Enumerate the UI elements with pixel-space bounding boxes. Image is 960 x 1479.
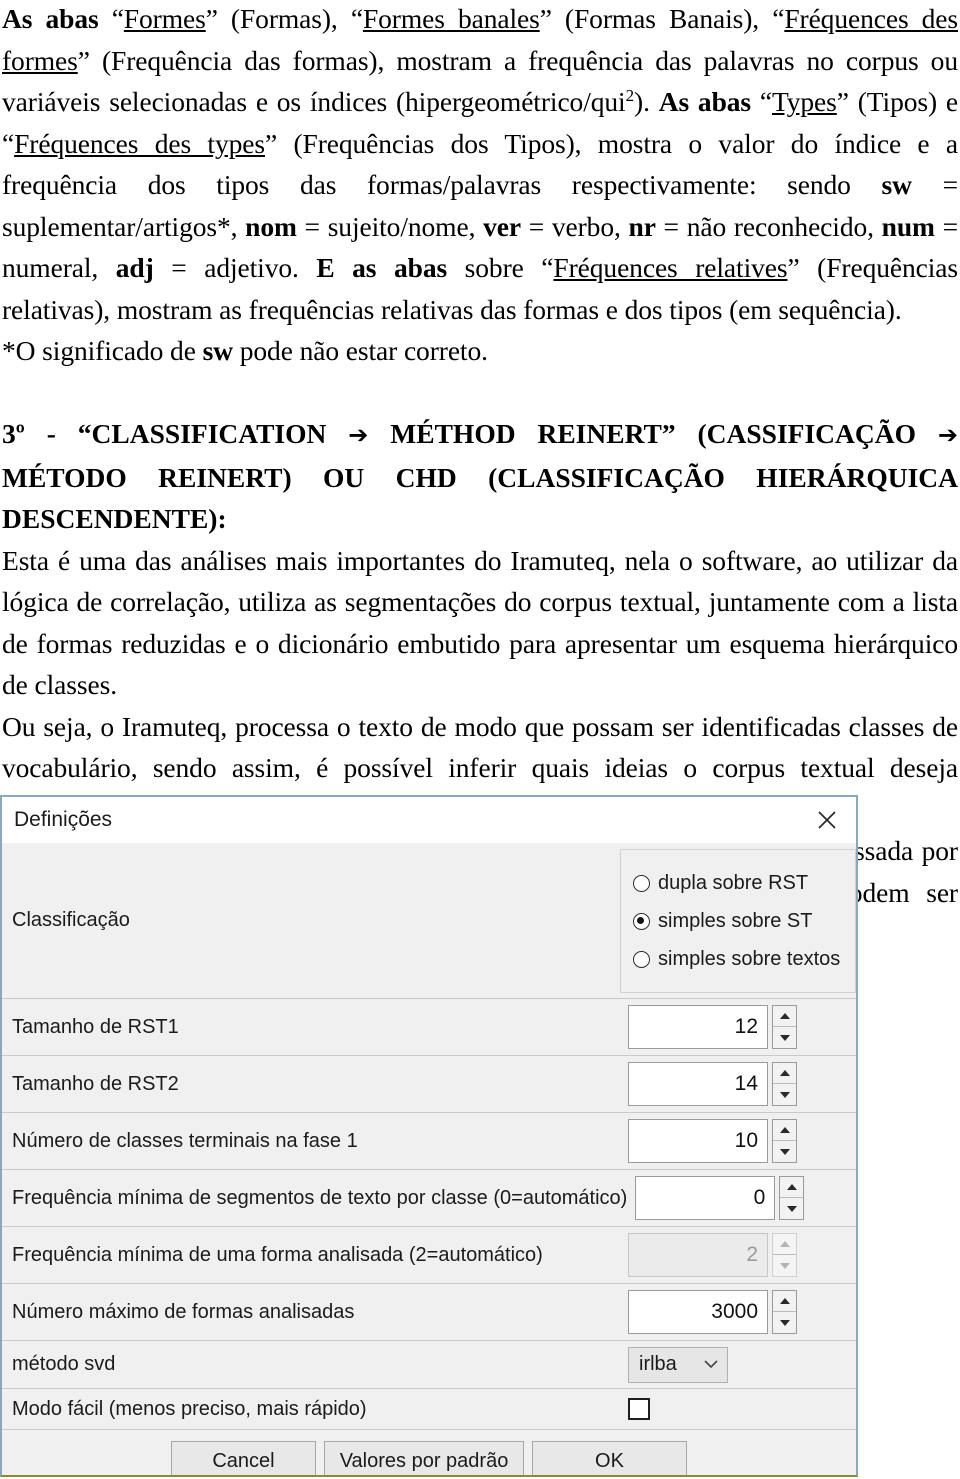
spinner-up-icon xyxy=(773,1234,796,1255)
spinner-down-icon[interactable] xyxy=(773,1141,796,1162)
tamanho-rst2-control: 14 xyxy=(620,1056,856,1112)
radio-simples-sobre-textos[interactable]: simples sobre textos xyxy=(633,940,855,978)
defaults-button[interactable]: Valores por padrão xyxy=(324,1441,524,1475)
spinner-up-icon[interactable] xyxy=(773,1291,796,1312)
row-numero-maximo-formas: Número máximo de formas analisadas 3000 xyxy=(2,1284,856,1341)
row-tamanho-rst2: Tamanho de RST2 14 xyxy=(2,1056,856,1113)
frequencia-minima-segmentos-stepper[interactable]: 0 xyxy=(635,1176,805,1220)
numero-maximo-formas-spin-buttons[interactable] xyxy=(772,1290,797,1334)
frequencia-minima-forma-input: 2 xyxy=(628,1233,768,1277)
tamanho-rst2-input[interactable]: 14 xyxy=(628,1062,768,1106)
tamanho-rst1-input[interactable]: 12 xyxy=(628,1005,768,1049)
numero-classes-terminais-stepper[interactable]: 10 xyxy=(628,1119,797,1163)
spinner-up-icon[interactable] xyxy=(780,1177,804,1198)
tamanho-rst1-spin-buttons[interactable] xyxy=(772,1005,797,1049)
tamanho-rst1-stepper[interactable]: 12 xyxy=(628,1005,797,1049)
frequencia-minima-forma-label: Frequência mínima de uma forma analisada… xyxy=(12,1243,543,1266)
numero-maximo-formas-label: Número máximo de formas analisadas xyxy=(12,1300,355,1323)
frequencia-minima-forma-stepper: 2 xyxy=(628,1233,797,1277)
modo-facil-label: Modo fácil (menos preciso, mais rápido) xyxy=(12,1397,367,1420)
classification-control: dupla sobre RST simples sobre ST simples… xyxy=(620,843,856,998)
radio-label: simples sobre textos xyxy=(658,947,841,970)
numero-classes-terminais-control: 10 xyxy=(620,1113,856,1169)
radio-icon xyxy=(633,874,650,892)
paragraph-2: *O significado de sw pode não estar corr… xyxy=(2,335,488,366)
numero-classes-terminais-spin-buttons[interactable] xyxy=(772,1119,797,1163)
frequencia-minima-forma-spin-buttons xyxy=(772,1233,797,1277)
row-modo-facil: Modo fácil (menos preciso, mais rápido) xyxy=(2,1389,856,1430)
row-numero-classes-terminais: Número de classes terminais na fase 1 10 xyxy=(2,1113,856,1170)
metodo-svd-label: método svd xyxy=(12,1353,116,1375)
metodo-svd-control: irlba xyxy=(620,1341,856,1388)
row-classification: Classificação dupla sobre RST simples so… xyxy=(2,843,856,999)
frequencia-minima-forma-control: 2 xyxy=(620,1227,856,1283)
row-metodo-svd: método svd irlba xyxy=(2,1341,856,1389)
spinner-up-icon[interactable] xyxy=(773,1006,796,1027)
metodo-svd-value: irlba xyxy=(639,1353,677,1375)
paragraph-4: Esta é uma das análises mais importantes… xyxy=(2,544,958,701)
classification-label: Classificação xyxy=(12,909,130,931)
spinner-down-icon[interactable] xyxy=(773,1084,796,1105)
metodo-svd-select[interactable]: irlba xyxy=(628,1346,728,1383)
dialog-titlebar: Definições xyxy=(2,797,856,843)
radio-icon-selected xyxy=(633,912,650,930)
numero-classes-terminais-label: Número de classes terminais na fase 1 xyxy=(12,1129,358,1152)
spinner-down-icon xyxy=(773,1255,796,1276)
chevron-down-icon xyxy=(703,1357,719,1373)
row-frequencia-minima-segmentos: Frequência mínima de segmentos de texto … xyxy=(2,1170,856,1227)
paragraph-1: As abas “Formes” (Formas), “Formes banal… xyxy=(2,3,959,325)
frequencia-minima-segmentos-label: Frequência mínima de segmentos de texto … xyxy=(12,1186,628,1209)
tamanho-rst1-label: Tamanho de RST1 xyxy=(12,1015,179,1038)
tamanho-rst1-control: 12 xyxy=(620,999,856,1055)
numero-classes-terminais-input[interactable]: 10 xyxy=(628,1119,768,1163)
dialog-button-bar: Cancel Valores por padrão OK xyxy=(2,1430,856,1475)
modo-facil-control xyxy=(620,1389,856,1429)
radio-dupla-sobre-rst[interactable]: dupla sobre RST xyxy=(633,864,855,902)
cancel-button[interactable]: Cancel xyxy=(171,1441,316,1475)
close-icon[interactable] xyxy=(812,805,842,835)
spinner-down-icon[interactable] xyxy=(780,1198,803,1219)
frequencia-minima-segmentos-spin-buttons[interactable] xyxy=(779,1176,805,1220)
row-frequencia-minima-forma: Frequência mínima de uma forma analisada… xyxy=(2,1227,856,1284)
classification-radio-group: dupla sobre RST simples sobre ST simples… xyxy=(620,849,856,993)
spinner-up-icon[interactable] xyxy=(773,1120,796,1141)
numero-maximo-formas-control: 3000 xyxy=(620,1284,856,1340)
radio-simples-sobre-st[interactable]: simples sobre ST xyxy=(633,902,855,940)
dialog-body: Classificação dupla sobre RST simples so… xyxy=(2,843,856,1475)
spinner-down-icon[interactable] xyxy=(773,1027,796,1048)
tamanho-rst2-label: Tamanho de RST2 xyxy=(12,1072,179,1095)
frequencia-minima-segmentos-input[interactable]: 0 xyxy=(635,1176,776,1220)
radio-icon xyxy=(633,950,650,968)
section-heading: 3º - “CLASSIFICATION ➔ MÉTHOD REINERT” (… xyxy=(2,418,958,534)
dialog-title: Definições xyxy=(14,808,113,831)
numero-maximo-formas-input[interactable]: 3000 xyxy=(628,1290,768,1334)
numero-maximo-formas-stepper[interactable]: 3000 xyxy=(628,1290,797,1334)
modo-facil-checkbox[interactable] xyxy=(628,1398,650,1420)
radio-label: simples sobre ST xyxy=(658,909,813,932)
radio-label: dupla sobre RST xyxy=(658,871,809,894)
frequencia-minima-segmentos-control: 0 xyxy=(627,1170,856,1226)
preferences-dialog: Definições Classificação dupla sobre RST xyxy=(0,795,858,1477)
tamanho-rst2-spin-buttons[interactable] xyxy=(772,1062,797,1106)
tamanho-rst2-stepper[interactable]: 14 xyxy=(628,1062,797,1106)
spinner-down-icon[interactable] xyxy=(773,1312,796,1333)
row-tamanho-rst1: Tamanho de RST1 12 xyxy=(2,999,856,1056)
spinner-up-icon[interactable] xyxy=(773,1063,796,1084)
ok-button[interactable]: OK xyxy=(532,1441,687,1475)
